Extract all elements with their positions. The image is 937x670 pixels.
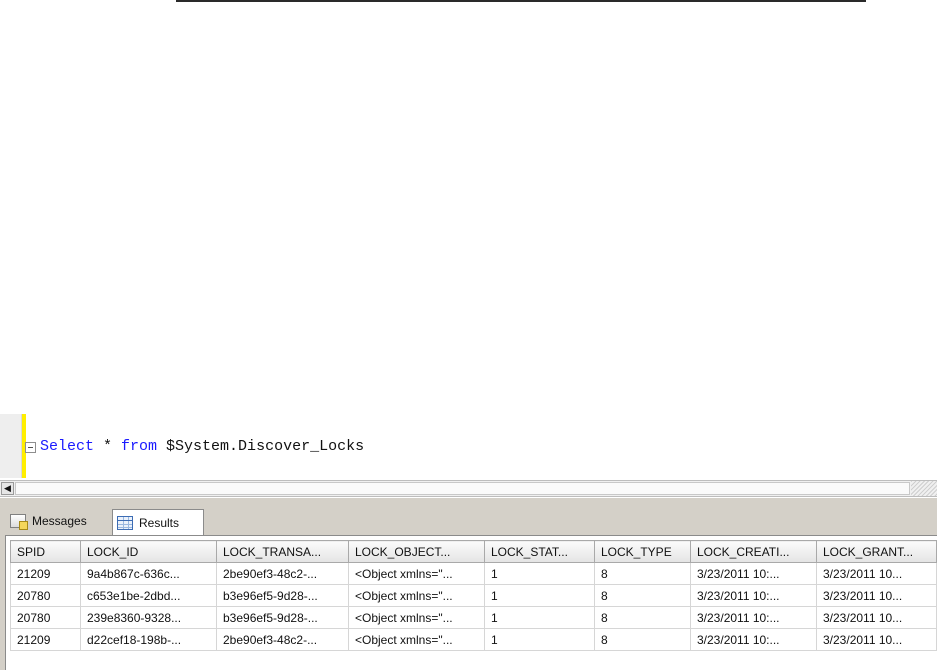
- column-header-lock-creation[interactable]: LOCK_CREATI...: [690, 540, 817, 563]
- table-cell[interactable]: <Object xmlns="...: [348, 562, 485, 585]
- table-cell[interactable]: 1: [484, 562, 595, 585]
- table-cell[interactable]: 8: [594, 606, 691, 629]
- query-code-line[interactable]: Select * from $System.Discover_Locks: [40, 438, 364, 456]
- column-header-spid[interactable]: SPID: [10, 540, 81, 563]
- table-cell[interactable]: 2be90ef3-48c2-...: [216, 628, 349, 651]
- results-tab-strip: Messages Results: [0, 508, 937, 535]
- scroll-track[interactable]: [15, 482, 910, 495]
- table-cell[interactable]: 21209: [10, 562, 81, 585]
- grid-icon: [117, 515, 133, 530]
- table-cell[interactable]: 8: [594, 584, 691, 607]
- table-cell[interactable]: <Object xmlns="...: [348, 628, 485, 651]
- table-row[interactable]: 21209 d22cef18-198b-... 2be90ef3-48c2-..…: [10, 628, 937, 651]
- tab-results-label: Results: [139, 515, 180, 530]
- top-divider-line: [176, 0, 866, 2]
- table-cell[interactable]: b3e96ef5-9d28-...: [216, 584, 349, 607]
- results-table: SPID LOCK_ID LOCK_TRANSA... LOCK_OBJECT.…: [10, 540, 937, 651]
- table-cell[interactable]: 3/23/2011 10...: [816, 628, 937, 651]
- table-cell[interactable]: 3/23/2011 10:...: [690, 606, 817, 629]
- select-keyword: Select: [40, 438, 95, 455]
- column-header-lock-status[interactable]: LOCK_STAT...: [484, 540, 595, 563]
- table-cell[interactable]: 3/23/2011 10:...: [690, 584, 817, 607]
- table-cell[interactable]: c653e1be-2dbd...: [80, 584, 217, 607]
- table-row[interactable]: 20780 239e8360-9328... b3e96ef5-9d28-...…: [10, 606, 937, 629]
- table-cell[interactable]: 3/23/2011 10...: [816, 606, 937, 629]
- table-cell[interactable]: 3/23/2011 10...: [816, 562, 937, 585]
- from-keyword: from: [121, 438, 158, 455]
- query-object-name: $System.Discover_Locks: [157, 438, 365, 455]
- table-cell[interactable]: 21209: [10, 628, 81, 651]
- results-pane: Messages Results SPID LOCK_ID LOCK_TRANS…: [0, 498, 937, 670]
- splitter-grip[interactable]: [911, 481, 937, 496]
- table-cell[interactable]: 3/23/2011 10:...: [690, 628, 817, 651]
- table-cell[interactable]: <Object xmlns="...: [348, 584, 485, 607]
- table-cell[interactable]: 2be90ef3-48c2-...: [216, 562, 349, 585]
- table-cell[interactable]: 3/23/2011 10...: [816, 584, 937, 607]
- table-cell[interactable]: <Object xmlns="...: [348, 606, 485, 629]
- column-header-lock-type[interactable]: LOCK_TYPE: [594, 540, 691, 563]
- results-grid[interactable]: SPID LOCK_ID LOCK_TRANSA... LOCK_OBJECT.…: [5, 535, 937, 670]
- table-cell[interactable]: 1: [484, 584, 595, 607]
- table-cell[interactable]: 1: [484, 628, 595, 651]
- table-cell[interactable]: b3e96ef5-9d28-...: [216, 606, 349, 629]
- table-cell[interactable]: 8: [594, 628, 691, 651]
- table-row[interactable]: 20780 c653e1be-2dbd... b3e96ef5-9d28-...…: [10, 584, 937, 607]
- table-cell[interactable]: 8: [594, 562, 691, 585]
- editor-gutter: [0, 414, 22, 478]
- collapse-region-icon[interactable]: [25, 442, 36, 453]
- tab-messages[interactable]: Messages: [6, 508, 114, 534]
- tab-results[interactable]: Results: [112, 509, 204, 535]
- select-star: *: [94, 438, 122, 455]
- editor-horizontal-scrollbar[interactable]: ◀: [0, 480, 937, 497]
- column-header-lock-id[interactable]: LOCK_ID: [80, 540, 217, 563]
- table-cell[interactable]: 239e8360-9328...: [80, 606, 217, 629]
- table-cell[interactable]: 3/23/2011 10:...: [690, 562, 817, 585]
- table-row[interactable]: 21209 9a4b867c-636c... 2be90ef3-48c2-...…: [10, 562, 937, 585]
- scroll-left-arrow-icon[interactable]: ◀: [1, 482, 14, 495]
- column-header-lock-object[interactable]: LOCK_OBJECT...: [348, 540, 485, 563]
- tab-messages-label: Messages: [32, 514, 87, 528]
- column-header-lock-transaction[interactable]: LOCK_TRANSA...: [216, 540, 349, 563]
- table-cell[interactable]: 20780: [10, 584, 81, 607]
- table-cell[interactable]: d22cef18-198b-...: [80, 628, 217, 651]
- table-cell[interactable]: 1: [484, 606, 595, 629]
- column-header-lock-granted[interactable]: LOCK_GRANT...: [816, 540, 937, 563]
- messages-icon: [10, 514, 28, 530]
- table-cell[interactable]: 20780: [10, 606, 81, 629]
- header-row: SPID LOCK_ID LOCK_TRANSA... LOCK_OBJECT.…: [10, 540, 937, 563]
- table-cell[interactable]: 9a4b867c-636c...: [80, 562, 217, 585]
